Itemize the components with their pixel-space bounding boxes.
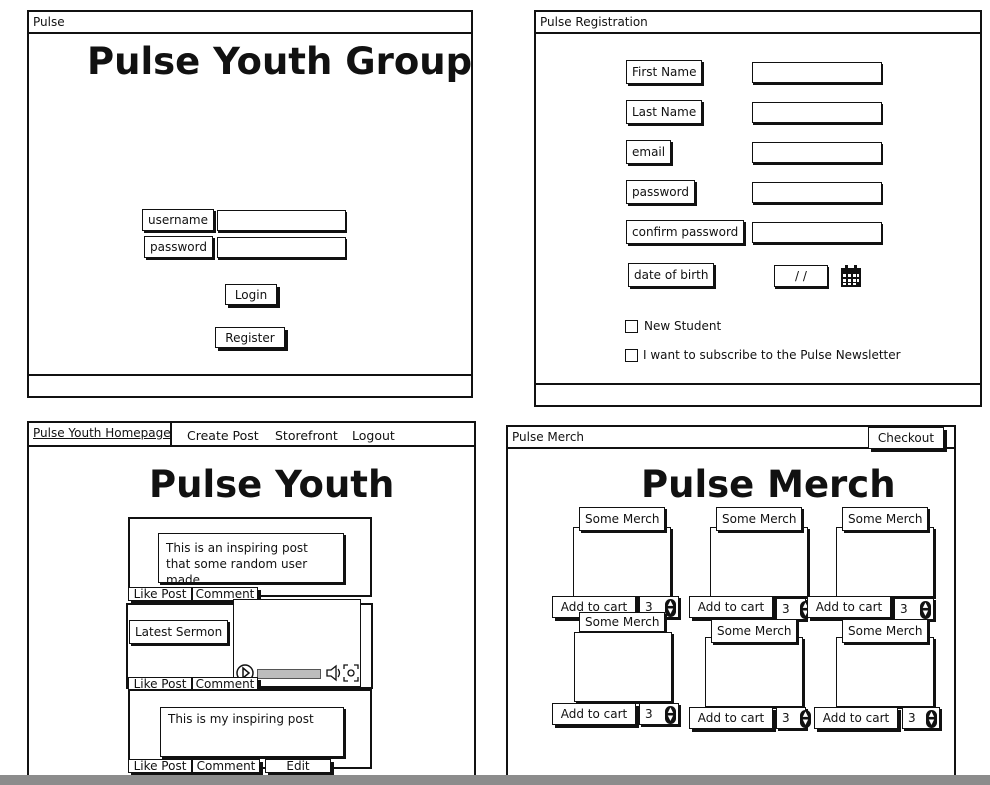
nav-storefront[interactable]: Storefront: [275, 428, 338, 443]
merch-item-image: [573, 527, 671, 597]
merch-heading: Pulse Merch: [641, 463, 896, 506]
email-label: email: [626, 140, 672, 164]
last-name-label: Last Name: [626, 100, 703, 124]
checkout-button[interactable]: Checkout: [868, 427, 944, 449]
post-text: This is my inspiring post: [160, 707, 344, 757]
calendar-icon[interactable]: [840, 264, 862, 292]
quantity-value: 3: [908, 711, 916, 725]
password-input[interactable]: [752, 182, 882, 203]
email-input[interactable]: [752, 142, 882, 163]
password-label: password: [626, 180, 695, 204]
homepage-window: Pulse Youth Homepage Create Post Storefr…: [27, 421, 476, 785]
registration-window: Pulse Registration First Name Last Name …: [534, 10, 982, 407]
edit-post-button[interactable]: Edit: [265, 759, 331, 773]
register-button[interactable]: Register: [215, 327, 285, 348]
merch-item-image: [710, 527, 808, 597]
merch-item-title: Some Merch: [842, 507, 929, 531]
registration-window-title: Pulse Registration: [540, 15, 648, 29]
nav-logout[interactable]: Logout: [352, 428, 395, 443]
merch-window-title: Pulse Merch: [512, 430, 585, 444]
quantity-stepper[interactable]: 3 ▲ ▼: [902, 707, 940, 729]
merch-item-image: [574, 632, 672, 702]
last-name-input[interactable]: [752, 102, 882, 123]
tab-homepage-label: Pulse Youth Homepage: [33, 426, 171, 440]
post-text-content: This is an inspiring post that some rand…: [166, 541, 308, 587]
merch-item-title: Some Merch: [716, 507, 803, 531]
registration-title-bar: Pulse Registration: [536, 12, 980, 34]
quantity-stepper[interactable]: 3 ▲ ▼: [776, 598, 811, 620]
add-to-cart-button[interactable]: Add to cart: [807, 596, 891, 618]
merch-item-image: [705, 637, 803, 707]
password-label: password: [144, 236, 213, 258]
like-post-button[interactable]: Like Post: [128, 587, 192, 601]
add-to-cart-button[interactable]: Add to cart: [814, 707, 898, 729]
newsletter-checkbox[interactable]: [625, 349, 638, 362]
bottom-scrollbar[interactable]: [0, 775, 990, 785]
login-window: Pulse Pulse Youth Group username passwor…: [27, 10, 473, 398]
volume-icon[interactable]: [325, 663, 343, 687]
first-name-label: First Name: [626, 60, 703, 84]
password-input[interactable]: [217, 237, 346, 258]
nav-create-post[interactable]: Create Post: [187, 428, 259, 443]
merch-item-title: Some Merch: [711, 619, 798, 643]
registration-footer-bar: [536, 383, 980, 405]
homepage-heading: Pulse Youth: [149, 463, 395, 506]
stepper-arrows-icon[interactable]: ▲ ▼: [665, 599, 676, 617]
post-text-content: This is my inspiring post: [168, 712, 314, 726]
fullscreen-icon[interactable]: [342, 663, 360, 687]
add-to-cart-button[interactable]: Add to cart: [552, 703, 636, 725]
confirm-password-label: confirm password: [626, 220, 745, 244]
login-title-bar: Pulse: [29, 12, 471, 34]
latest-sermon-label: Latest Sermon: [129, 620, 229, 644]
merch-item-title: Some Merch: [579, 612, 666, 632]
login-heading: Pulse Youth Group: [87, 40, 473, 83]
username-input[interactable]: [217, 210, 346, 231]
stepper-arrows-icon[interactable]: ▲ ▼: [920, 601, 931, 619]
merch-item-image: [836, 637, 934, 707]
add-to-cart-button[interactable]: Add to cart: [689, 707, 773, 729]
comment-button[interactable]: Comment: [192, 759, 260, 773]
merch-item-title: Some Merch: [579, 507, 666, 531]
stepper-arrows-icon[interactable]: ▲ ▼: [665, 706, 676, 724]
quantity-value: 3: [900, 602, 908, 616]
login-button[interactable]: Login: [225, 284, 277, 305]
new-student-checkbox[interactable]: [625, 320, 638, 333]
date-of-birth-input[interactable]: / /: [774, 265, 828, 287]
like-post-button[interactable]: Like Post: [128, 759, 192, 773]
first-name-input[interactable]: [752, 62, 882, 83]
video-progress-bar[interactable]: [257, 669, 321, 679]
new-student-label: New Student: [644, 319, 722, 333]
username-label: username: [142, 209, 214, 231]
post-text: This is an inspiring post that some rand…: [158, 533, 344, 587]
quantity-stepper[interactable]: 3 ▲ ▼: [894, 598, 934, 620]
login-window-title: Pulse: [33, 15, 65, 29]
quantity-value: 3: [782, 711, 790, 725]
quantity-value: 3: [782, 602, 790, 616]
newsletter-label: I want to subscribe to the Pulse Newslet…: [643, 348, 901, 362]
quantity-value: 3: [645, 707, 653, 721]
stepper-arrows-icon[interactable]: ▲ ▼: [800, 710, 811, 728]
quantity-stepper[interactable]: 3 ▲ ▼: [639, 703, 679, 725]
stepper-arrows-icon[interactable]: ▲ ▼: [926, 710, 937, 728]
merch-item-title: Some Merch: [842, 619, 929, 643]
add-to-cart-button[interactable]: Add to cart: [689, 596, 773, 618]
login-footer-bar: [29, 374, 471, 396]
confirm-password-input[interactable]: [752, 222, 882, 243]
merch-item-image: [836, 527, 934, 597]
tab-homepage[interactable]: Pulse Youth Homepage: [29, 423, 172, 445]
merch-window: Pulse Merch Checkout Pulse Merch Some Me…: [506, 425, 956, 785]
quantity-stepper[interactable]: 3 ▲ ▼: [776, 707, 811, 729]
date-of-birth-label: date of birth: [628, 263, 715, 287]
